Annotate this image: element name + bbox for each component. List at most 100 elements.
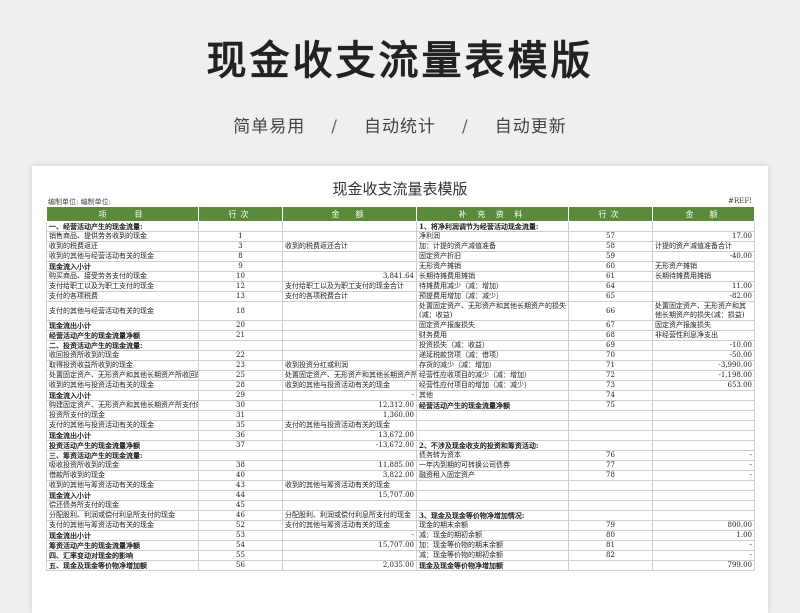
ref-label: #REF! xyxy=(728,197,752,205)
cell-supplement: 融资租入固定资产 xyxy=(416,470,569,481)
cell-item: 现金流出小计 xyxy=(46,320,199,331)
cell-line: 28 xyxy=(198,380,283,391)
tag-separator: / xyxy=(331,117,338,137)
cell-supplement: 经营性应收项目的减少（减：增加） xyxy=(416,370,569,381)
cell-amount-2: 17.00 xyxy=(652,231,755,242)
cell-line-2: 58 xyxy=(568,241,653,252)
cell-amount: 3,841.64 xyxy=(282,271,417,282)
cell-amount-2: - xyxy=(652,470,755,481)
cell-item: 销售商品、提供劳务收到的现金 xyxy=(46,231,199,242)
cell-amount-2: 处置固定资产、无形资产和其他长期资产的损失(减：损益) xyxy=(652,301,755,321)
cell-amount xyxy=(282,350,417,361)
cell-line-2: 65 xyxy=(568,291,653,302)
cell-item: 五、现金及现金等价物净增加额 xyxy=(46,560,199,571)
cell-item: 四、汇率变动对现金的影响 xyxy=(46,550,199,561)
cell-item: 支付的其他与经营活动有关的现金 xyxy=(46,301,199,321)
cell-item: 二、投资活动产生的现金流量: xyxy=(46,340,199,351)
cell-supplement: 2、不涉及现金收支的投资和筹资活动: xyxy=(416,440,569,451)
cell-line: 30 xyxy=(198,400,283,411)
cell-line-2: 57 xyxy=(568,231,653,242)
cell-line-2: 73 xyxy=(568,380,653,391)
cell-line-2: 81 xyxy=(568,540,653,551)
cell-line-2: 76 xyxy=(568,450,653,461)
sheet-title: 现金收支流量表模版 xyxy=(332,180,468,198)
spreadsheet-preview: 现金收支流量表模版 编制单位: 编制单位: #REF! 项 目 行次 金 额 补… xyxy=(32,166,768,613)
table-row: 销售商品、提供劳务收到的现金 1 净利润 57 17.00 xyxy=(46,231,755,242)
cashflow-table: 项 目 行次 金 额 补 充 资 料 行次 金 额 一、经营活动产生的现金流量:… xyxy=(46,206,755,571)
table-row: 分配股利、利润或偿付利息所支付的现金 46 分配股利、利润或偿付利息所支付的现金 3、… xyxy=(46,510,755,521)
cell-item: 取得投资收益所收到的现金 xyxy=(46,360,199,371)
cell-amount: 支付给职工以及为职工支付的现金合计 xyxy=(282,281,417,292)
cell-supplement: 加：计提的资产减值准备 xyxy=(416,241,569,252)
cell-item: 现金流出小计 xyxy=(46,530,199,541)
cell-amount: -13,672.00 xyxy=(282,440,417,451)
cell-line-2: 74 xyxy=(568,390,653,401)
cell-item: 收到的税费返还 xyxy=(46,241,199,252)
table-row: 四、汇率变动对现金的影响 55 减：现金等价物的期初余额 82- xyxy=(46,550,755,561)
cell-amount-2: 固定资产报废损失 xyxy=(652,320,755,331)
cell-supplement xyxy=(416,430,569,441)
tag-easy: 简单易用 xyxy=(233,117,306,137)
cell-amount: 分配股利、利润或偿付利息所支付的现金 xyxy=(282,510,417,521)
cell-amount: 2,035.00 xyxy=(282,560,417,571)
cell-amount: 收到的其他与投资活动有关的现金 xyxy=(282,380,417,391)
cell-item: 现金流入小计 xyxy=(46,261,199,272)
cell-line xyxy=(198,450,283,461)
cell-item: 经营活动产生的现金流量净额 xyxy=(46,330,199,341)
cell-amount-2: - xyxy=(652,450,755,461)
cell-amount xyxy=(282,251,417,262)
cell-supplement xyxy=(416,480,569,491)
table-row: 收回投资所收到的现金 22 递延税款贷项（减：借项） 70 -50.00 xyxy=(46,350,755,361)
tag-auto-stat: 自动统计 xyxy=(364,117,436,137)
table-row: 现金流出小计 53- 减：现金的期初余额 80 1.00 xyxy=(46,530,755,541)
table-body: 一、经营活动产生的现金流量: 1、将净利润调节为经营活动现金流量: 销售商品、提供劳… xyxy=(46,221,755,571)
cell-supplement: 债务转为资本 xyxy=(416,450,569,461)
cell-line-2 xyxy=(568,440,653,451)
cell-item: 分配股利、利润或偿付利息所支付的现金 xyxy=(46,510,199,521)
cell-item: 投资所支付的现金 xyxy=(46,410,199,421)
cell-item: 投资活动产生的现金流量净额 xyxy=(46,440,199,451)
cell-line: 22 xyxy=(198,350,283,361)
cell-item: 现金流入小计 xyxy=(46,390,199,401)
cell-amount-2: -10.00 xyxy=(652,340,755,351)
cell-supplement: 固定资产折旧 xyxy=(416,251,569,262)
cell-line: 21 xyxy=(198,330,283,341)
cell-line: 29 xyxy=(198,390,283,401)
cell-amount-2: -40.00 xyxy=(652,251,755,262)
cell-amount: 处置固定资产、无形资产和其他长期资产所收回的现金净额 xyxy=(282,370,417,381)
cell-supplement xyxy=(416,500,569,511)
cell-amount-2 xyxy=(652,510,755,521)
cell-amount-2: - xyxy=(652,540,755,551)
table-row: 五、现金及现金等价物净增加额 56 2,035.00 现金及现金等价物净增加额 799.… xyxy=(46,560,755,571)
table-row: 支付的其他与筹资活动有关的现金 52 支付的其他与筹资活动有关的现金 现金的期末余额 7… xyxy=(46,520,755,531)
cell-line: 45 xyxy=(198,500,283,511)
cell-amount xyxy=(282,500,417,511)
header-line-2: 行次 xyxy=(568,206,653,222)
header-amount: 金 额 xyxy=(282,206,417,222)
cell-amount-2 xyxy=(652,490,755,501)
cell-amount-2 xyxy=(652,420,755,431)
table-row: 支付的各项税费 13 支付的各项税费合计 预提费用增加（减：减少） 65 -82.00 xyxy=(46,291,755,302)
table-row: 三、筹资活动产生的现金流量: 债务转为资本 76- xyxy=(46,450,755,461)
cell-item: 处置固定资产、无形资产和其他长期资产所收回的现金净额 xyxy=(46,370,199,381)
cell-amount: 收到的其他与筹资活动有关的现金 xyxy=(282,480,417,491)
cell-supplement: 加：现金等价物的期末余额 xyxy=(416,540,569,551)
cell-line: 9 xyxy=(198,261,283,272)
cell-amount: 3,822.00 xyxy=(282,470,417,481)
cell-amount-2 xyxy=(652,221,755,232)
cell-item: 收到的其他与投资活动有关的现金 xyxy=(46,380,199,391)
cell-line-2: 75 xyxy=(568,400,653,411)
cell-amount: 收到投资分红或利润 xyxy=(282,360,417,371)
cell-amount-2: -82.00 xyxy=(652,291,755,302)
cell-line: 43 xyxy=(198,480,283,491)
cell-supplement: 减：现金的期初余额 xyxy=(416,530,569,541)
cell-amount xyxy=(282,301,417,321)
cell-supplement: 现金的期末余额 xyxy=(416,520,569,531)
hero-title: 现金收支流量表模版 xyxy=(206,38,594,84)
cell-amount: 支付的其他与投资活动有关的现金 xyxy=(282,420,417,431)
cell-amount-2: 计提的资产减值准备合计 xyxy=(652,241,755,252)
table-row: 现金流入小计 44 15,707.00 xyxy=(46,490,755,501)
cell-amount-2: 长期待摊费用摊销 xyxy=(652,271,755,282)
cell-line: 46 xyxy=(198,510,283,521)
cell-amount xyxy=(282,320,417,331)
